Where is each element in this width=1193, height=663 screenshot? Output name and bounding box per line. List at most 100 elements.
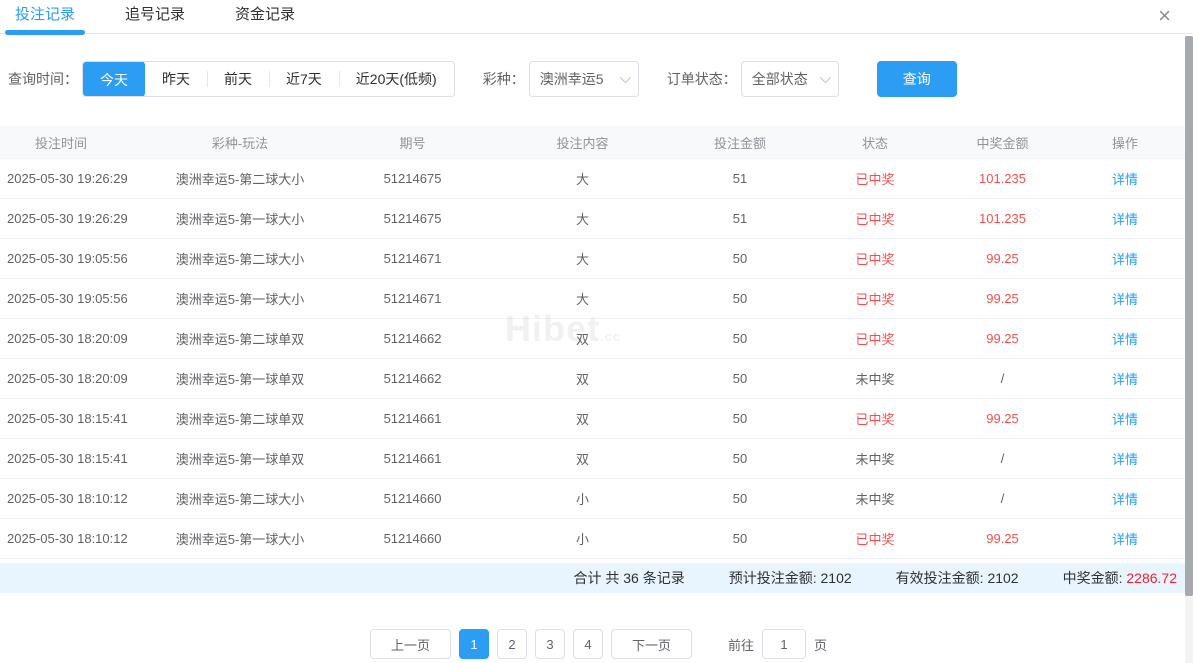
cell-game: 澳洲幸运5-第二球大小: [150, 489, 330, 508]
cell-win: 99.25: [940, 251, 1065, 266]
col-header-status: 状态: [810, 133, 940, 152]
search-button[interactable]: 查询: [877, 61, 957, 97]
col-header-amount: 投注金额: [670, 133, 810, 152]
close-icon[interactable]: ×: [1158, 2, 1171, 30]
page-button-1[interactable]: 1: [459, 629, 489, 659]
tab-chase-records[interactable]: 追号记录: [125, 0, 185, 34]
table-row: 2025-05-30 19:26:29 澳洲幸运5-第二球大小 51214675…: [0, 159, 1185, 199]
cell-content: 大: [495, 169, 670, 188]
time-option-yesterday[interactable]: 昨天: [145, 62, 207, 96]
cell-time: 2025-05-30 18:15:41: [0, 451, 150, 466]
order-status-value: 全部状态: [752, 69, 808, 89]
cell-time: 2025-05-30 18:10:12: [0, 491, 150, 506]
time-option-7days[interactable]: 近7天: [269, 62, 339, 96]
lottery-select[interactable]: 澳洲幸运5: [529, 61, 639, 97]
cell-time: 2025-05-30 19:05:56: [0, 291, 150, 306]
cell-win: 99.25: [940, 411, 1065, 426]
cell-status: 已中奖: [810, 289, 940, 308]
page-jump-input[interactable]: [762, 629, 806, 659]
time-option-today[interactable]: 今天: [83, 61, 145, 97]
cell-amount: 50: [670, 451, 810, 466]
cell-issue: 51214671: [330, 291, 495, 306]
cell-status: 已中奖: [810, 249, 940, 268]
cell-content: 大: [495, 289, 670, 308]
pagination: 上一页 1 2 3 4 下一页 前往 页: [0, 629, 1193, 659]
detail-link[interactable]: 详情: [1065, 169, 1185, 188]
cell-win: /: [940, 451, 1065, 466]
cell-issue: 51214671: [330, 251, 495, 266]
cell-issue: 51214675: [330, 171, 495, 186]
cell-content: 小: [495, 489, 670, 508]
detail-link[interactable]: 详情: [1065, 529, 1185, 548]
tab-bet-records[interactable]: 投注记录: [15, 0, 75, 34]
cell-content: 大: [495, 249, 670, 268]
scrollbar-track[interactable]: [1185, 36, 1193, 663]
cell-issue: 51214662: [330, 371, 495, 386]
time-option-daybefore[interactable]: 前天: [207, 62, 269, 96]
cell-content: 小: [495, 529, 670, 548]
time-option-20days[interactable]: 近20天(低频): [339, 62, 454, 96]
bet-records-panel: 投注记录 追号记录 资金记录 × 查询时间： 今天 昨天 前天 近7天 近20天…: [0, 0, 1193, 663]
col-header-content: 投注内容: [495, 133, 670, 152]
cell-amount: 50: [670, 331, 810, 346]
cell-amount: 50: [670, 531, 810, 546]
detail-link[interactable]: 详情: [1065, 329, 1185, 348]
order-status-select[interactable]: 全部状态: [741, 61, 839, 97]
page-jump-prefix: 前往: [728, 635, 754, 654]
detail-link[interactable]: 详情: [1065, 489, 1185, 508]
summary-win-amount: 中奖金额: 2286.72: [1063, 568, 1177, 588]
table-row: 2025-05-30 18:10:12 澳洲幸运5-第一球大小 51214660…: [0, 519, 1185, 559]
summary-bar: 合计 共 36 条记录 预计投注金额: 2102 有效投注金额: 2102 中奖…: [0, 563, 1193, 593]
detail-link[interactable]: 详情: [1065, 409, 1185, 428]
cell-amount: 51: [670, 211, 810, 226]
cell-game: 澳洲幸运5-第二球单双: [150, 409, 330, 428]
cell-amount: 50: [670, 491, 810, 506]
cell-time: 2025-05-30 18:20:09: [0, 371, 150, 386]
cell-time: 2025-05-30 19:05:56: [0, 251, 150, 266]
time-filter-label: 查询时间：: [8, 69, 78, 89]
cell-issue: 51214662: [330, 331, 495, 346]
page-button-3[interactable]: 3: [535, 629, 565, 659]
col-header-win: 中奖金额: [940, 133, 1065, 152]
cell-status: 未中奖: [810, 449, 940, 468]
table-row: 2025-05-30 19:05:56 澳洲幸运5-第二球大小 51214671…: [0, 239, 1185, 279]
order-status-label: 订单状态：: [667, 69, 737, 89]
cell-win: 101.235: [940, 211, 1065, 226]
cell-game: 澳洲幸运5-第二球单双: [150, 329, 330, 348]
chevron-down-icon: [619, 72, 630, 83]
table-row: 2025-05-30 19:05:56 澳洲幸运5-第一球大小 51214671…: [0, 279, 1185, 319]
cell-content: 双: [495, 369, 670, 388]
page-button-2[interactable]: 2: [497, 629, 527, 659]
next-page-button[interactable]: 下一页: [611, 629, 692, 659]
cell-issue: 51214661: [330, 451, 495, 466]
chevron-down-icon: [819, 72, 830, 83]
col-header-game: 彩种-玩法: [150, 133, 330, 152]
summary-valid-amount: 有效投注金额: 2102: [896, 568, 1019, 588]
cell-win: 99.25: [940, 291, 1065, 306]
cell-status: 未中奖: [810, 489, 940, 508]
lottery-select-value: 澳洲幸运5: [540, 69, 604, 89]
cell-game: 澳洲幸运5-第一球单双: [150, 369, 330, 388]
detail-link[interactable]: 详情: [1065, 249, 1185, 268]
page-jump-suffix: 页: [814, 635, 827, 654]
summary-expected-amount: 预计投注金额: 2102: [729, 568, 852, 588]
detail-link[interactable]: 详情: [1065, 289, 1185, 308]
page-button-4[interactable]: 4: [573, 629, 603, 659]
scrollbar-thumb[interactable]: [1185, 36, 1193, 596]
table-row: 2025-05-30 18:15:41 澳洲幸运5-第二球单双 51214661…: [0, 399, 1185, 439]
cell-issue: 51214660: [330, 531, 495, 546]
detail-link[interactable]: 详情: [1065, 369, 1185, 388]
tab-fund-records[interactable]: 资金记录: [235, 0, 295, 34]
detail-link[interactable]: 详情: [1065, 449, 1185, 468]
cell-issue: 51214675: [330, 211, 495, 226]
table-row: 2025-05-30 18:10:12 澳洲幸运5-第二球大小 51214660…: [0, 479, 1185, 519]
cell-content: 双: [495, 449, 670, 468]
prev-page-button[interactable]: 上一页: [370, 629, 451, 659]
cell-status: 未中奖: [810, 369, 940, 388]
table-row: 2025-05-30 19:26:29 澳洲幸运5-第一球大小 51214675…: [0, 199, 1185, 239]
cell-status: 已中奖: [810, 169, 940, 188]
cell-game: 澳洲幸运5-第一球单双: [150, 449, 330, 468]
cell-amount: 51: [670, 171, 810, 186]
cell-time: 2025-05-30 19:26:29: [0, 211, 150, 226]
detail-link[interactable]: 详情: [1065, 209, 1185, 228]
